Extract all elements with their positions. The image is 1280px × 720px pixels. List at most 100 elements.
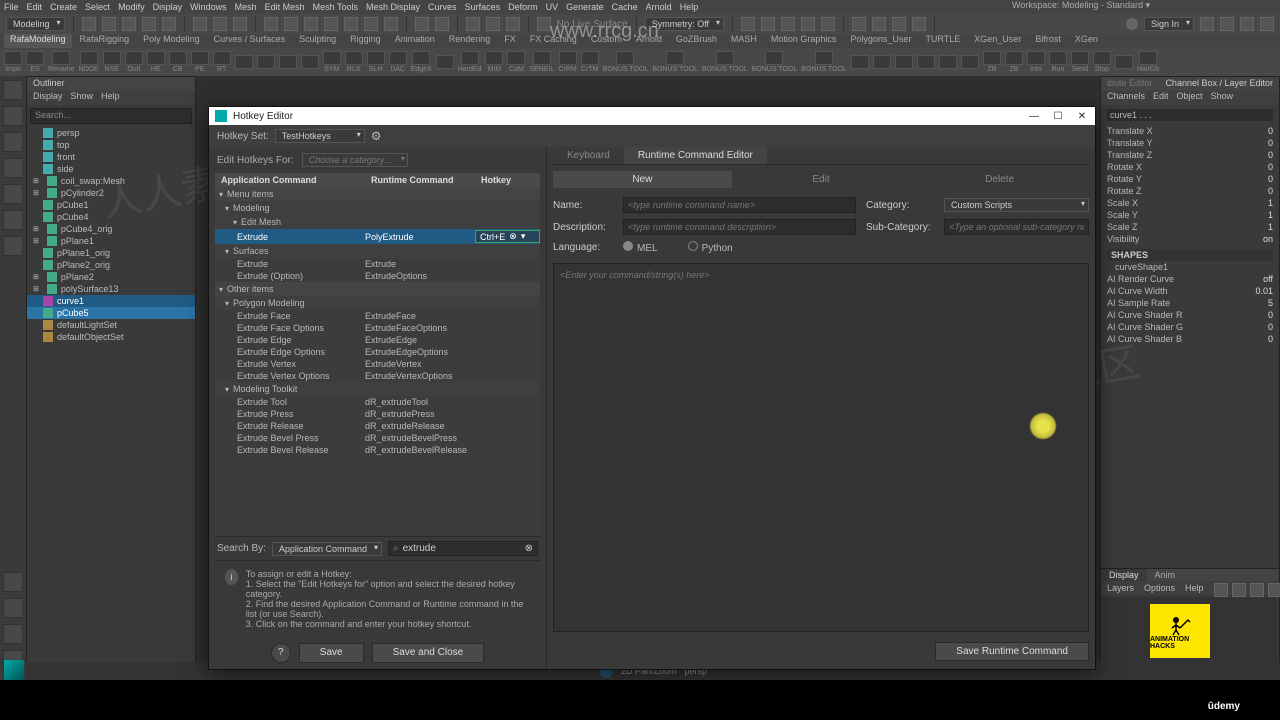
shelf-tab-sculpting[interactable]: Sculpting [293,34,342,48]
live-surface-icon[interactable] [537,17,551,31]
shelf-icon-18[interactable]: EdgeX [411,51,432,73]
lasso-icon[interactable] [213,17,227,31]
shelf-icon-43[interactable] [1115,55,1133,70]
outliner-node[interactable]: ⊞pCylinder2 [27,187,195,199]
outliner-node[interactable]: pCube1 [27,199,195,211]
save-runtime-command-button[interactable]: Save Runtime Command [935,642,1089,661]
shelf-tab-curvessurfaces[interactable]: Curves / Surfaces [208,34,292,48]
shelf-icon-19[interactable] [436,55,454,70]
outliner-search[interactable]: Search... [30,108,192,124]
command-tree-item[interactable]: Extrude Bevel PressdR_extrudeBevelPress [215,432,540,444]
delete-command-button[interactable]: Delete [910,171,1089,188]
outliner-node[interactable]: top [27,139,195,151]
add-to-layer-icon[interactable] [1268,583,1280,597]
shelf-tab-xgenuser[interactable]: XGen_User [968,34,1027,48]
runtime-command-editor-tab[interactable]: Runtime Command Editor [624,147,767,164]
outliner-node[interactable]: defaultLightSet [27,319,195,331]
menu-create[interactable]: Create [50,2,77,12]
shelf-tab-fxcaching[interactable]: FX Caching [524,34,583,48]
symmetry-dropdown[interactable]: Symmetry: Off [645,17,724,31]
rotate-tool-icon[interactable] [3,184,23,204]
minimize-button[interactable]: — [1027,111,1041,122]
save-button[interactable]: Save [299,643,364,663]
search-by-dropdown[interactable]: Application Command [272,542,382,556]
shelf-icon-9[interactable]: RT [213,51,231,73]
channel-attr[interactable]: Translate X0 [1107,125,1273,137]
freeze-icon[interactable] [506,17,520,31]
shelf-icon-16[interactable]: SLH [367,51,385,73]
shelf-tab-polymodeling[interactable]: Poly Modeling [137,34,206,48]
menu-display[interactable]: Display [153,2,183,12]
layer-up-icon[interactable] [1214,583,1228,597]
shelf-icon-12[interactable] [279,55,297,70]
render-icon[interactable] [761,17,775,31]
channel-attr[interactable]: Translate Z0 [1107,149,1273,161]
command-tree-item[interactable]: Extrude Face OptionsExtrudeFaceOptions [215,322,540,334]
new-scene-icon[interactable] [82,17,96,31]
shelf-icon-32[interactable] [873,55,891,70]
python-radio[interactable]: Python [688,241,733,254]
shelf-icon-20[interactable]: HardEd [458,51,482,73]
menu-mesh[interactable]: Mesh [235,2,257,12]
shape-attr[interactable]: AI Sample Rate5 [1107,297,1273,309]
outliner-node[interactable]: ⊞pPlane2 [27,271,195,283]
menu-generate[interactable]: Generate [566,2,604,12]
command-tree-item[interactable]: Extrude EdgeExtrudeEdge [215,334,540,346]
lasso-tool-icon[interactable] [3,106,23,126]
pause-icon[interactable] [912,17,926,31]
shelf-tab-motiongraphics[interactable]: Motion Graphics [765,34,843,48]
menu-arnold[interactable]: Arnold [646,2,672,12]
sign-in-dropdown[interactable]: Sign In [1144,17,1194,31]
shelf-icon-2[interactable]: Rename [48,51,74,73]
paint-select-icon[interactable] [233,17,247,31]
command-tree-item[interactable]: Modeling Toolkit [215,382,540,396]
shelf-icon-15[interactable]: RLX [345,51,363,73]
magnet-icon[interactable] [415,17,429,31]
menu-surfaces[interactable]: Surfaces [465,2,501,12]
render-view-icon[interactable] [781,17,795,31]
outliner-node[interactable]: persp [27,127,195,139]
toggle-panels-icon[interactable] [1240,17,1254,31]
object-menu[interactable]: Object [1177,91,1203,105]
channel-attr[interactable]: Rotate Y0 [1107,173,1273,185]
select-mode-icon[interactable] [193,17,207,31]
shelf-icon-0[interactable]: Impo [4,51,22,73]
layer-down-icon[interactable] [1232,583,1246,597]
save-and-close-button[interactable]: Save and Close [372,643,485,663]
history-icon[interactable] [466,17,480,31]
channel-attr[interactable]: Scale X1 [1107,197,1273,209]
shelf-icon-8[interactable]: PE [191,51,209,73]
four-view-icon[interactable] [3,598,23,618]
shelf-icon-36[interactable] [961,55,979,70]
command-tree-item[interactable]: Extrude TooldR_extrudeTool [215,396,540,408]
outliner-node[interactable]: ⊞polySurface13 [27,283,195,295]
shelf-icon-10[interactable] [235,55,253,70]
snap-plane-icon[interactable] [324,17,338,31]
shelf-icon-14[interactable]: SYM [323,51,341,73]
snap-view-icon[interactable] [364,17,378,31]
shelf-icon-25[interactable]: CrTM [581,51,599,73]
search-input[interactable]: extrude⊗ [388,541,538,556]
shape-attr[interactable]: AI Curve Shader G0 [1107,321,1273,333]
select-tool-icon[interactable] [3,80,23,100]
shelf-icon-3[interactable]: NODE [78,51,98,73]
xray-icon[interactable] [852,17,866,31]
shape-attr[interactable]: AI Curve Shader B0 [1107,333,1273,345]
name-input[interactable] [623,197,856,213]
channels-menu[interactable]: Channels [1107,91,1145,105]
snap-center-icon[interactable] [384,17,398,31]
dialog-titlebar[interactable]: Hotkey Editor — ☐ ✕ [209,107,1095,125]
snap-curve-icon[interactable] [284,17,298,31]
object-name[interactable]: curve1 . . . [1107,109,1273,121]
render-globals-icon[interactable] [821,17,835,31]
shelf-icon-34[interactable] [917,55,935,70]
shelf-icon-11[interactable] [257,55,275,70]
shelf-tab-rendering[interactable]: Rendering [443,34,497,48]
channel-attr[interactable]: Rotate Z0 [1107,185,1273,197]
workspace-dropdown[interactable]: Modeling - Standard [1062,0,1143,10]
channel-attr[interactable]: Scale Y1 [1107,209,1273,221]
shelf-tab-rigging[interactable]: Rigging [344,34,387,48]
channel-attr[interactable]: Visibilityon [1107,233,1273,245]
shelf-icon-27[interactable]: BONUS TOOL [652,51,698,73]
menu-help[interactable]: Help [680,2,699,12]
